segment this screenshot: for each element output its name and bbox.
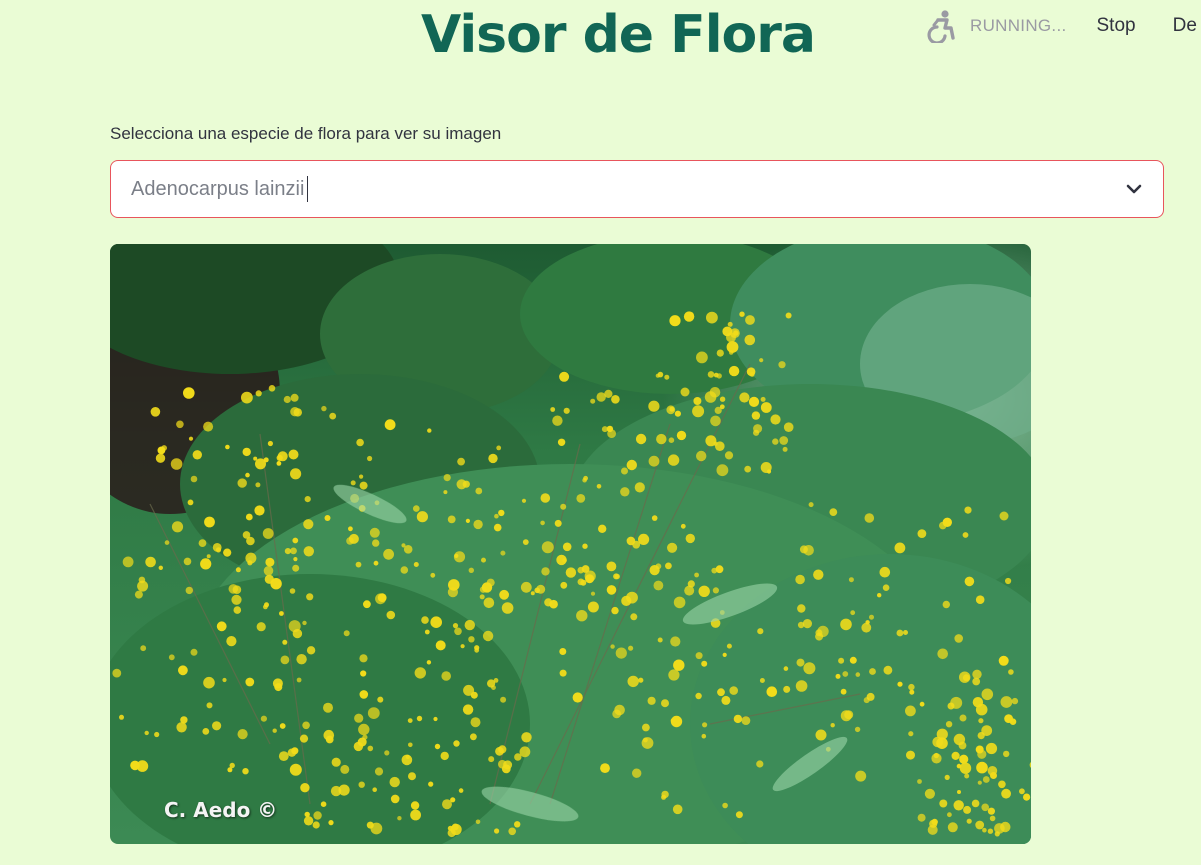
chevron-down-icon[interactable] (1125, 180, 1143, 198)
species-select[interactable]: Adenocarpus lainzii (110, 160, 1164, 218)
status-toolbar: RUNNING... Stop De (926, 8, 1197, 45)
stop-button[interactable]: Stop (1097, 15, 1136, 37)
flora-photo (110, 244, 1031, 844)
species-select-label: Selecciona una especie de flora para ver… (110, 124, 502, 143)
photo-credit-watermark: C. Aedo © (164, 798, 278, 822)
running-man-icon (926, 9, 956, 45)
species-select-value[interactable]: Adenocarpus lainzii (131, 178, 304, 201)
text-caret (307, 176, 309, 202)
deploy-button[interactable]: De (1173, 15, 1197, 37)
app-root: Visor de Flora RUNNING... Stop De Selecc… (0, 0, 1201, 865)
flora-image: C. Aedo © (110, 244, 1031, 844)
running-status-text: RUNNING... (970, 16, 1067, 35)
